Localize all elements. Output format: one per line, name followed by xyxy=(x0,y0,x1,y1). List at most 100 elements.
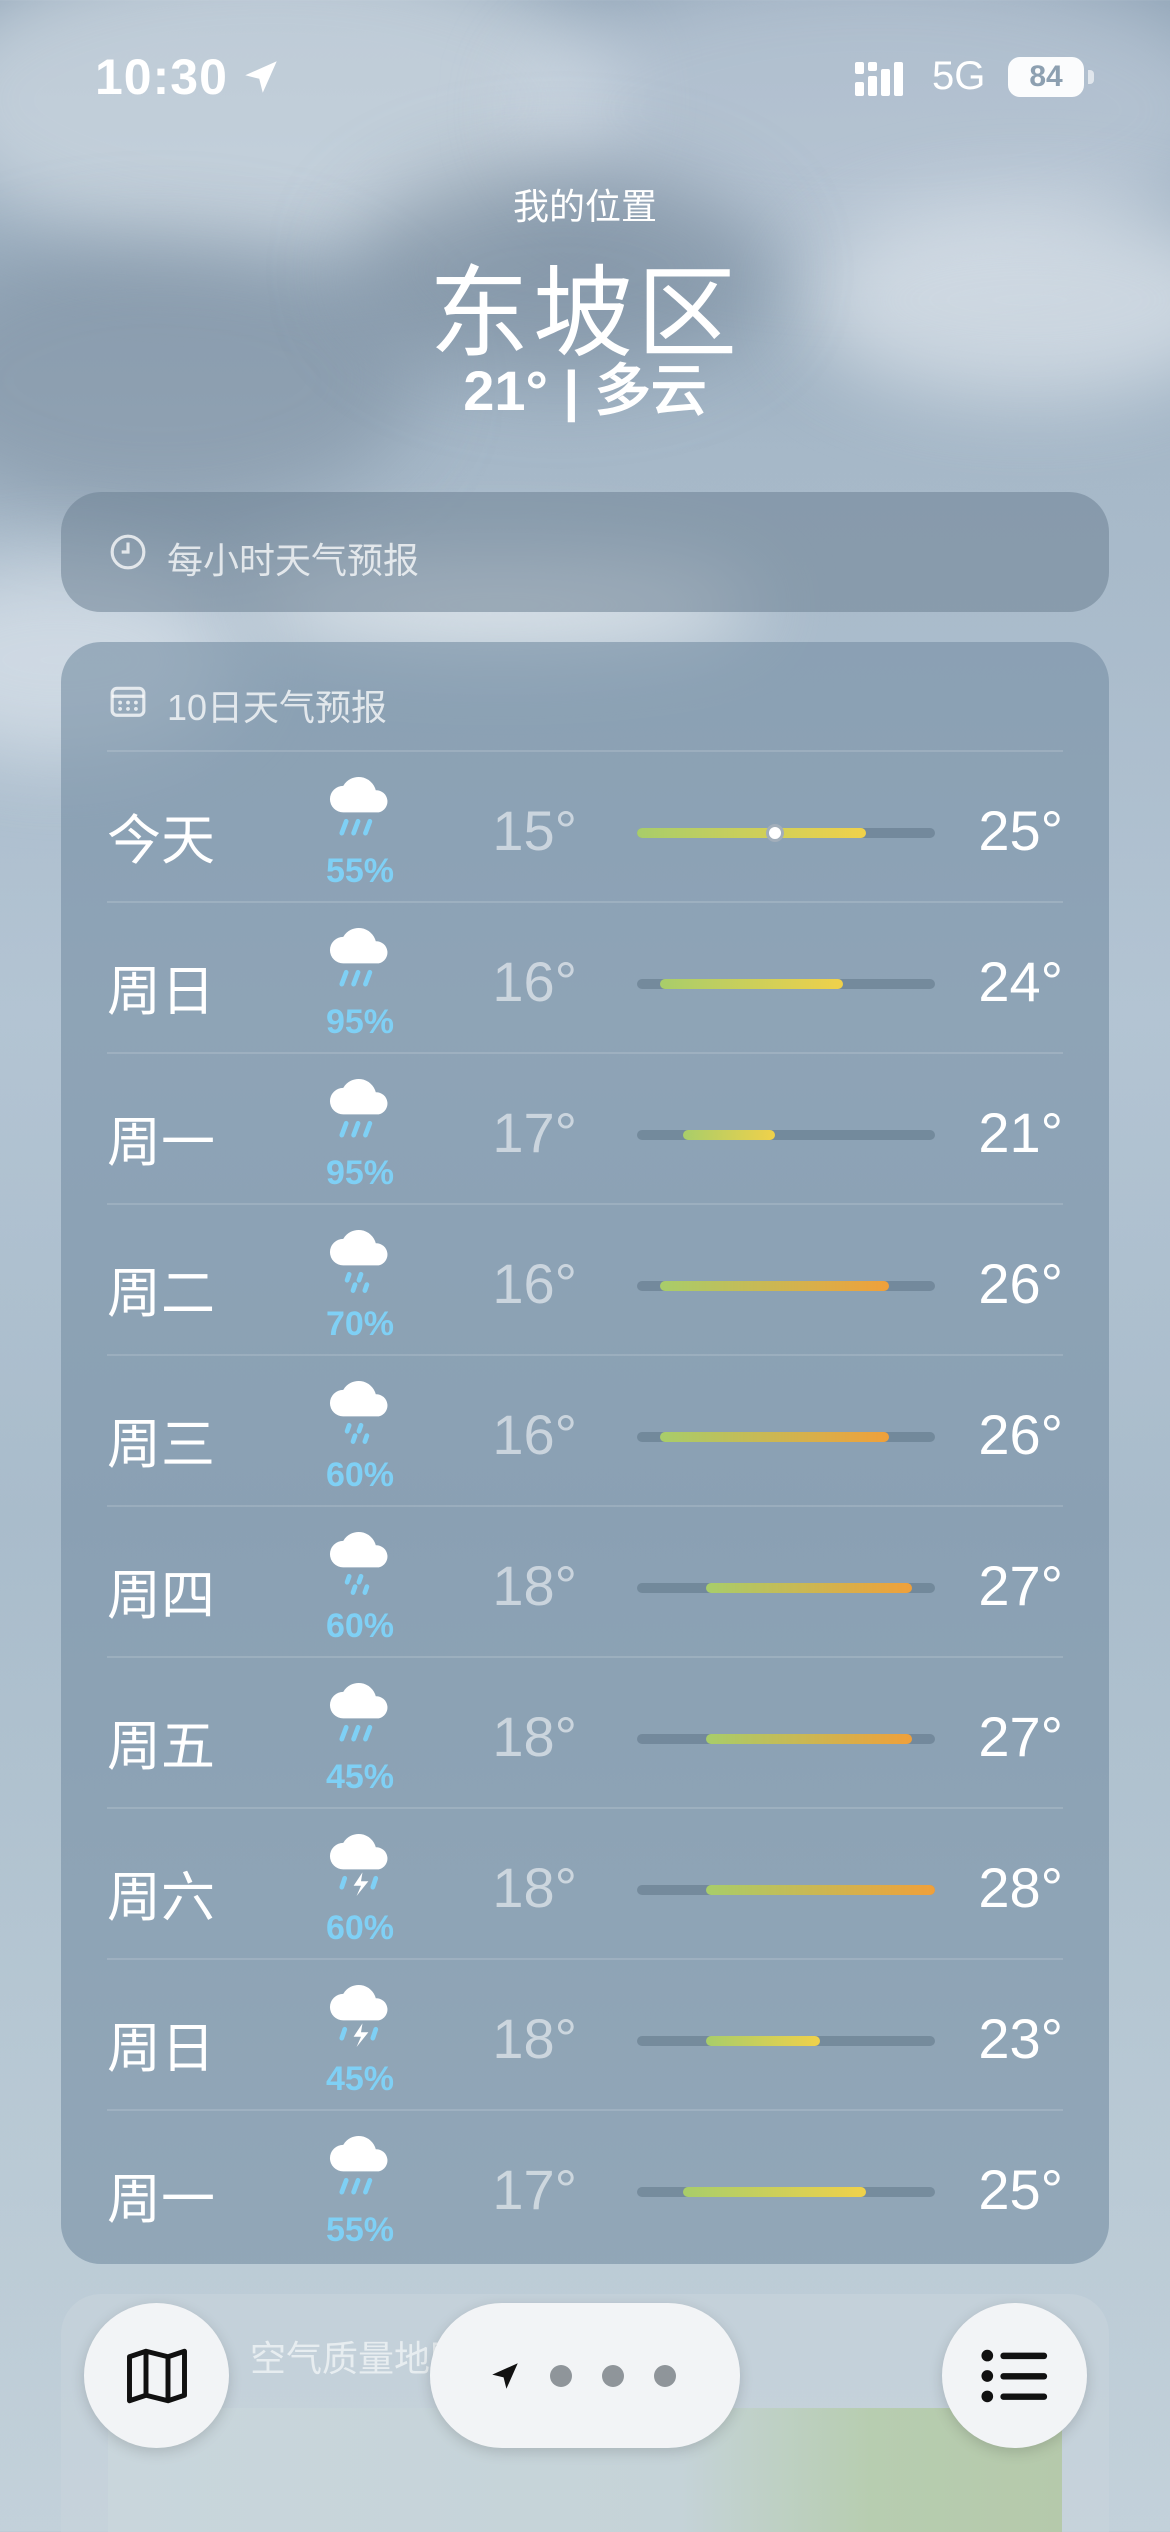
forecast-day: 周一 xyxy=(107,2170,215,2230)
high-temp: 21° xyxy=(978,1101,1063,1164)
forecast-day: 周日 xyxy=(107,962,215,1022)
current-temp-marker xyxy=(765,824,784,842)
battery-tip xyxy=(1088,70,1094,84)
low-temp: 16° xyxy=(492,950,577,1013)
precip-chance: 45% xyxy=(325,2060,395,2098)
low-temp: 18° xyxy=(492,1554,577,1617)
temp-range-fill xyxy=(659,1281,890,1291)
forecast-day: 周二 xyxy=(107,1264,215,1324)
low-temp: 17° xyxy=(492,2158,577,2221)
precip-chance: 60% xyxy=(325,1456,395,1494)
precip-chance: 60% xyxy=(325,1607,395,1645)
temp-range-fill xyxy=(682,2187,867,2197)
temp-range-bar xyxy=(637,1734,935,1744)
city-list-button[interactable] xyxy=(942,2303,1087,2448)
cellular-signal-icon xyxy=(855,62,903,96)
temp-range-bar xyxy=(637,2036,935,2046)
calendar-icon xyxy=(110,686,146,717)
high-temp: 25° xyxy=(978,2158,1063,2221)
forecast-day: 周五 xyxy=(107,1717,215,1777)
page-dot[interactable] xyxy=(602,2365,624,2387)
ten-day-forecast-card[interactable]: 10日天气预报 今天 55% 15° 25° 周日 95% 16° 24° 周一 95% 17° 21… xyxy=(61,642,1109,2264)
drizzle-cloud-icon xyxy=(329,1229,388,1293)
temp-range-fill xyxy=(659,1432,890,1442)
low-temp: 18° xyxy=(492,1856,577,1919)
network-type: 5G xyxy=(932,54,986,98)
high-temp: 27° xyxy=(978,1705,1063,1768)
thunderstorm-cloud-icon xyxy=(329,1984,388,2048)
low-temp: 16° xyxy=(492,1252,577,1315)
low-temp: 18° xyxy=(492,2007,577,2070)
temp-range-fill xyxy=(659,979,844,989)
precip-chance: 45% xyxy=(325,1758,395,1796)
forecast-day: 周四 xyxy=(107,1566,215,1626)
precip-chance: 55% xyxy=(325,852,395,890)
forecast-row[interactable]: 周六 60% 18° 28° xyxy=(107,1807,1063,1958)
page-dot[interactable] xyxy=(550,2365,572,2387)
temp-range-fill xyxy=(705,1734,913,1744)
list-icon xyxy=(981,2349,1048,2403)
temp-range-bar xyxy=(637,1281,935,1291)
high-temp: 26° xyxy=(978,1252,1063,1315)
high-temp: 28° xyxy=(978,1856,1063,1919)
precip-chance: 95% xyxy=(325,1003,395,1041)
precip-chance: 55% xyxy=(325,2211,395,2249)
high-temp: 23° xyxy=(978,2007,1063,2070)
forecast-row[interactable]: 周日 95% 16° 24° xyxy=(107,901,1063,1052)
low-temp: 17° xyxy=(492,1101,577,1164)
forecast-day: 周三 xyxy=(107,1415,215,1475)
temp-range-bar xyxy=(637,979,935,989)
precip-chance: 60% xyxy=(325,1909,395,1947)
temp-range-bar xyxy=(637,1432,935,1442)
battery-icon: 84 xyxy=(1008,57,1084,97)
temp-range-bar xyxy=(637,824,935,842)
forecast-row[interactable]: 周四 60% 18° 27° xyxy=(107,1505,1063,1656)
temp-range-fill xyxy=(705,1583,913,1593)
thunderstorm-cloud-icon xyxy=(329,1833,388,1897)
drizzle-cloud-icon xyxy=(329,1380,388,1444)
forecast-row[interactable]: 今天 55% 15° 25° xyxy=(107,750,1063,901)
high-temp: 24° xyxy=(978,950,1063,1013)
temp-range-bar xyxy=(637,1583,935,1593)
map-icon xyxy=(127,2348,187,2404)
temp-range-bar xyxy=(637,1130,935,1140)
forecast-row[interactable]: 周一 95% 17° 21° xyxy=(107,1052,1063,1203)
low-temp: 16° xyxy=(492,1403,577,1466)
current-conditions: 21° | 多云 xyxy=(463,359,707,422)
battery-level: 84 xyxy=(1029,60,1063,93)
rain-cloud-icon xyxy=(329,1078,388,1138)
temp-range-fill xyxy=(637,828,867,838)
map-button[interactable] xyxy=(84,2303,229,2448)
precip-chance: 95% xyxy=(325,1154,395,1192)
forecast-day: 周日 xyxy=(107,2019,215,2079)
low-temp: 18° xyxy=(492,1705,577,1768)
temp-range-bar xyxy=(637,2187,935,2197)
forecast-row[interactable]: 周日 45% 18° 23° xyxy=(107,1958,1063,2109)
rain-cloud-icon xyxy=(329,2135,388,2195)
status-time: 10:30 xyxy=(95,49,228,105)
hourly-forecast-title: 每小时天气预报 xyxy=(167,540,420,581)
high-temp: 27° xyxy=(978,1554,1063,1617)
page-dot[interactable] xyxy=(654,2365,676,2387)
forecast-row[interactable]: 周二 70% 16° 26° xyxy=(107,1203,1063,1354)
temp-range-fill xyxy=(682,1130,775,1140)
hourly-forecast-card[interactable]: 每小时天气预报 xyxy=(61,492,1109,612)
low-temp: 15° xyxy=(492,799,577,862)
rain-cloud-icon xyxy=(329,776,388,836)
location-arrow-icon[interactable] xyxy=(488,2359,522,2393)
status-bar: 10:30 5G 84 xyxy=(0,0,1170,150)
forecast-day: 周六 xyxy=(107,1868,215,1928)
forecast-row[interactable]: 周三 60% 16° 26° xyxy=(107,1354,1063,1505)
location-label: 我的位置 xyxy=(512,186,657,227)
temp-range-bar xyxy=(637,1885,935,1895)
page-indicator[interactable] xyxy=(430,2303,740,2448)
rain-cloud-icon xyxy=(329,1682,388,1742)
forecast-row[interactable]: 周一 55% 17° 25° xyxy=(107,2109,1063,2260)
forecast-day: 周一 xyxy=(107,1113,215,1173)
high-temp: 25° xyxy=(978,799,1063,862)
location-arrow-icon xyxy=(245,61,277,93)
temp-range-fill xyxy=(705,2036,821,2046)
clock-icon xyxy=(110,534,146,570)
forecast-row[interactable]: 周五 45% 18° 27° xyxy=(107,1656,1063,1807)
forecast-day: 今天 xyxy=(107,811,215,871)
